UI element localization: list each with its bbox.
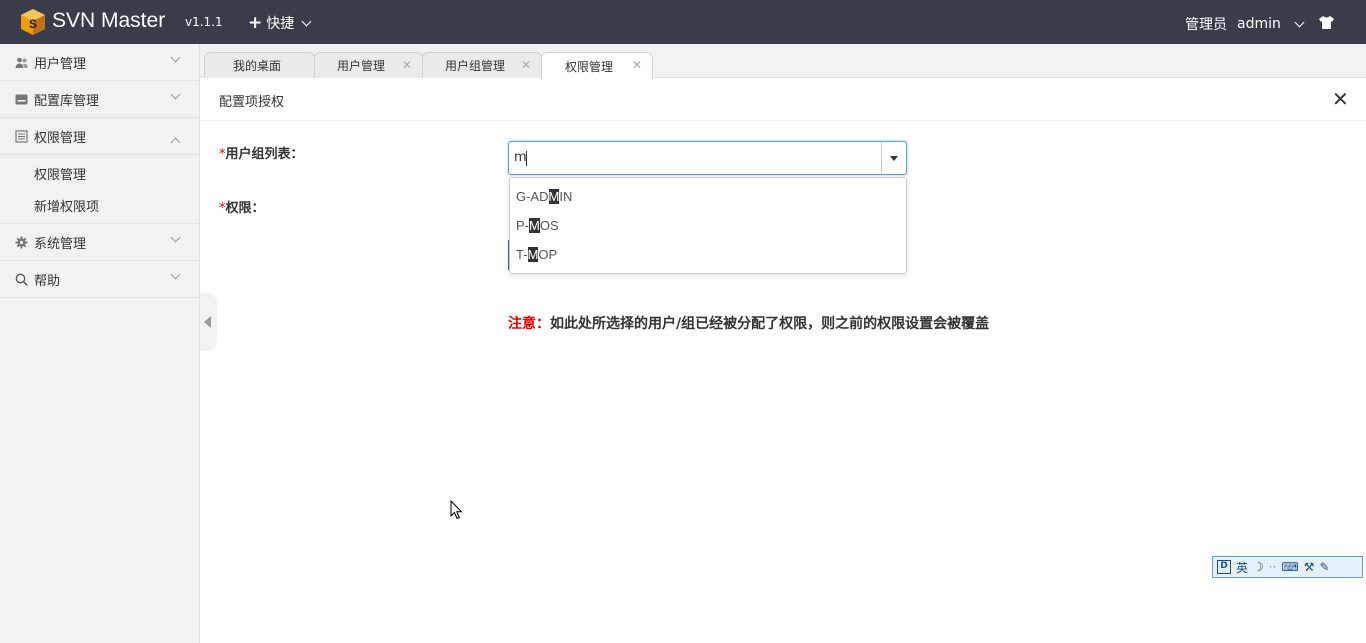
match-highlight: M [527,247,539,262]
chevron-down-icon [170,232,181,243]
close-icon[interactable]: ✕ [521,58,531,72]
match-highlight: M [548,189,560,204]
dropdown-option[interactable]: G-AD M IN [510,182,906,211]
ime-toolbar: D 英 ☽ ·· ⌨ ⚒ ✎ [1212,556,1363,578]
sidebar-subitem-permission-management[interactable]: 权限管理 [0,157,199,189]
sidebar: 用户管理 配置库管理 权限管理 权限管理 新增权限项 系统管理 帮助 [0,44,200,643]
sidebar-collapse-handle[interactable] [200,293,217,351]
plus-icon: + [248,13,263,33]
match-highlight: M [529,218,540,233]
gear-icon [15,236,28,248]
text-caret [526,151,527,166]
permission-icon [15,129,28,143]
sidebar-subitem-add-permission[interactable]: 新增权限项 [0,189,199,221]
tshirt-icon[interactable] [1318,15,1335,30]
tab-group-management[interactable]: 用户组管理 ✕ [422,52,542,78]
sidebar-item-label: 帮助 [34,273,61,289]
tab-bar: 我的桌面 用户管理 ✕ 用户组管理 ✕ 权限管理 ✕ [200,44,1366,79]
permission-label: *权限： [219,201,265,216]
chevron-left-icon [204,316,211,328]
sidebar-item-help[interactable]: 帮助 [0,261,199,298]
quick-menu-button[interactable]: + 快捷 [248,13,312,33]
tab-label: 我的桌面 [233,59,282,73]
keyboard-icon[interactable]: ⌨ [1281,560,1298,574]
username: admin [1237,16,1281,32]
close-icon[interactable]: ✕ [402,58,412,72]
close-icon[interactable]: ✕ [1332,89,1349,109]
chevron-down-icon [170,52,181,63]
sidebar-item-label: 用户管理 [34,56,87,72]
ime-logo-icon[interactable]: D [1217,560,1231,574]
dropdown-toggle[interactable] [881,142,906,174]
sidebar-item-user-management[interactable]: 用户管理 [0,44,199,81]
chevron-up-icon [170,137,181,148]
wrench-icon[interactable]: ✎ [1320,560,1330,574]
tools-icon[interactable]: ⚒ [1304,560,1315,574]
punctuation-icon[interactable]: ·· [1269,560,1277,574]
svg-text:S: S [29,17,37,31]
chevron-down-icon [1294,17,1305,27]
users-icon [15,57,28,68]
group-search-input[interactable]: m [514,150,527,165]
dropdown-option[interactable]: P- M OS [510,211,906,240]
panel-header: 配置项授权 ✕ [200,78,1366,121]
svn-logo-icon: S [21,9,45,35]
sidebar-item-permission-management[interactable]: 权限管理 [0,118,199,155]
role-label: 管理员 [1185,17,1227,33]
override-warning: 注意：如此处所选择的用户/组已经被分配了权限，则之前的权限设置会被覆盖 [508,313,989,333]
user-menu[interactable]: 管理员 admin [1185,14,1305,34]
search-icon [15,273,28,286]
page-title: 配置项授权 [219,95,285,110]
version-label: v1.1.1 [185,15,223,29]
ime-mode-label[interactable]: 英 [1236,559,1248,576]
quick-menu-label: 快捷 [266,16,295,32]
warning-prefix: 注意： [508,316,550,332]
group-search-select[interactable]: m [508,141,907,175]
brand-name: SVN Master [52,9,166,32]
tab-my-desktop[interactable]: 我的桌面 [204,52,315,78]
sidebar-item-label: 配置库管理 [34,93,100,109]
warning-text: 如此处所选择的用户/组已经被分配了权限，则之前的权限设置会被覆盖 [550,316,990,332]
caret-down-icon [890,156,898,161]
sidebar-item-system-management[interactable]: 系统管理 [0,224,199,261]
chevron-down-icon [170,269,181,280]
tab-label: 用户管理 [337,59,386,73]
tab-user-management[interactable]: 用户管理 ✕ [314,52,423,78]
group-list-label: *用户组列表： [219,147,304,162]
chevron-down-icon [170,89,181,100]
tab-label: 用户组管理 [445,59,506,73]
dropdown-option[interactable]: T- M OP [510,240,906,269]
sidebar-submenu: 权限管理 新增权限项 [0,155,199,224]
repository-icon [15,94,28,104]
sidebar-item-label: 系统管理 [34,236,87,252]
mouse-cursor-icon [450,500,463,520]
group-dropdown-list: G-AD M IN P- M OS T- M OP [509,177,907,274]
sidebar-item-repository-management[interactable]: 配置库管理 [0,81,199,118]
moon-icon[interactable]: ☽ [1253,560,1264,574]
close-icon[interactable]: ✕ [632,58,642,72]
top-navbar: S SVN Master v1.1.1 + 快捷 管理员 admin [0,0,1366,44]
chevron-down-icon [301,16,312,26]
tab-label: 权限管理 [565,59,614,74]
tab-permission-management[interactable]: 权限管理 ✕ [541,52,653,79]
sidebar-item-label: 权限管理 [34,130,87,146]
